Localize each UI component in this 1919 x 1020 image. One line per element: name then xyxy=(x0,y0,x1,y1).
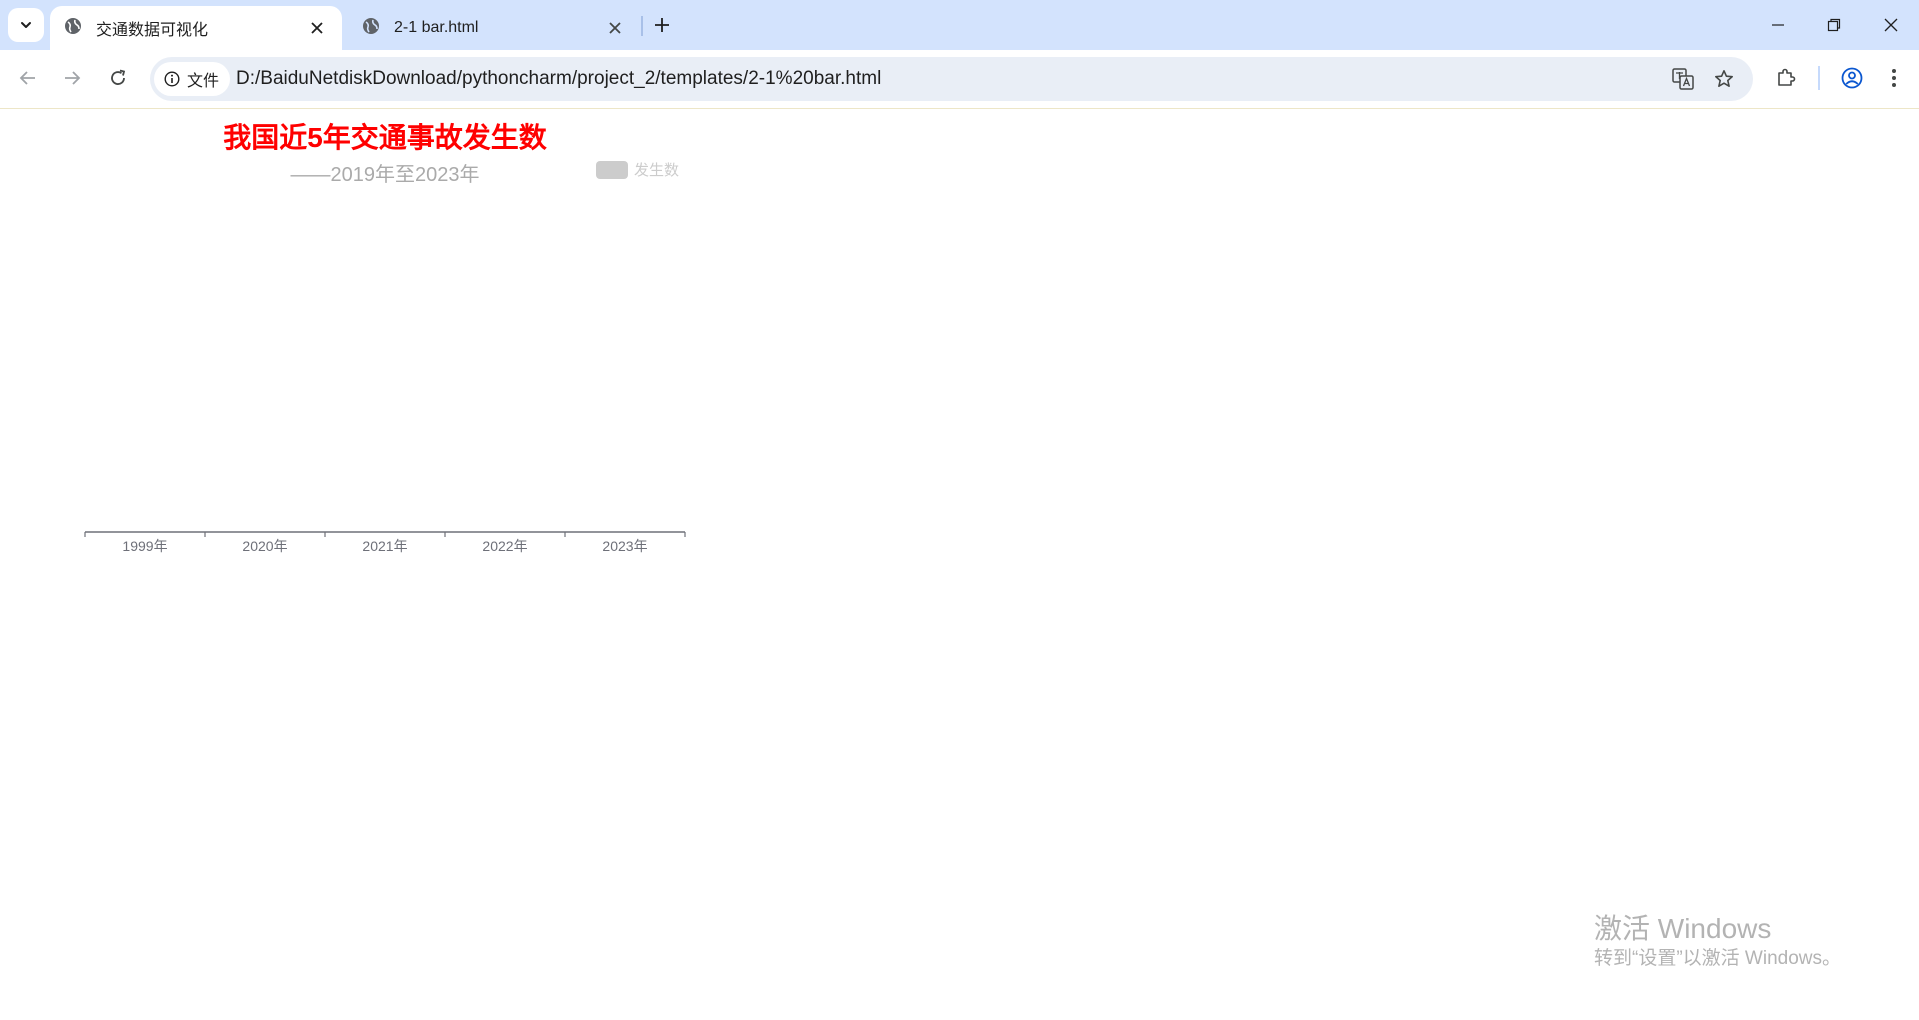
x-tick-label: 2022年 xyxy=(482,538,527,554)
bar-chart: 1999年 2020年 2021年 2022年 2023年 xyxy=(84,531,686,554)
x-tick-label: 2023年 xyxy=(602,538,647,554)
x-tick-label: 1999年 xyxy=(122,538,167,554)
x-tick-label: 2021年 xyxy=(362,538,407,554)
windows-activation-watermark: 激活 Windows 转到“设置”以激活 Windows。 xyxy=(1594,912,1841,972)
watermark-subtitle: 转到“设置”以激活 Windows。 xyxy=(1594,948,1842,969)
watermark-title: 激活 Windows xyxy=(1594,913,1772,944)
x-tick-label: 2020年 xyxy=(242,538,287,554)
